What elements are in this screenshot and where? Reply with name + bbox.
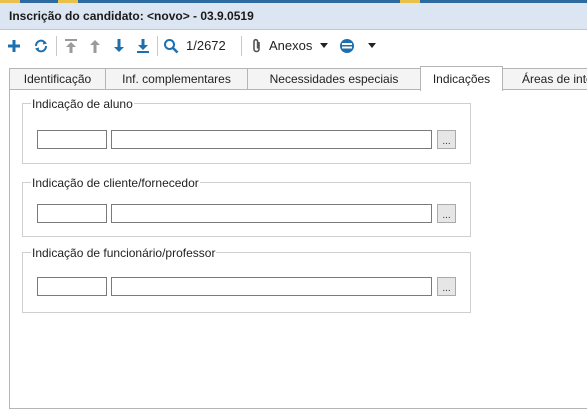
group-legend: Indicação de funcionário/professor [31,246,217,260]
last-record-icon [137,38,149,53]
last-record-button[interactable] [133,30,153,61]
refresh-icon [35,39,47,52]
cliente-name-field[interactable] [111,204,432,223]
toolbar-separator [56,36,57,56]
refresh-button[interactable] [31,30,51,61]
search-icon [164,38,179,53]
first-record-icon [65,38,77,53]
previous-record-icon [90,39,100,53]
group-legend: Indicação de cliente/fornecedor [31,176,200,190]
aluno-lookup-button[interactable]: ... [437,130,456,149]
search-button[interactable] [161,30,181,61]
funcionario-code-field[interactable] [37,277,107,296]
layers-icon [340,38,354,53]
funcionario-name-field[interactable] [111,277,432,296]
toolbar-separator [157,36,158,56]
tab-areas-de-interesse[interactable]: Áreas de inte [502,68,587,89]
aluno-name-field[interactable] [111,130,432,149]
window-title-bar: Inscrição do candidato: <novo> - 03.9.05… [0,3,587,30]
funcionario-lookup-button[interactable]: ... [437,277,456,296]
layers-button[interactable] [337,30,357,61]
tab-identificacao[interactable]: Identificação [9,68,106,89]
attachments-button[interactable] [249,30,265,61]
toolbar-separator [241,36,242,56]
group-legend: Indicação de aluno [31,97,134,111]
tab-inf-complementares[interactable]: Inf. complementares [105,68,248,89]
tab-bar: Identificação Inf. complementares Necess… [0,66,587,91]
next-record-icon [114,38,124,52]
paperclip-icon [253,38,260,52]
chevron-down-icon [368,43,376,48]
first-record-button[interactable] [61,30,81,61]
aluno-code-field[interactable] [37,130,107,149]
cliente-lookup-button[interactable]: ... [437,204,456,223]
window-title: Inscrição do candidato: <novo> - 03.9.05… [9,9,254,23]
add-button[interactable] [4,30,24,61]
cliente-code-field[interactable] [37,204,107,223]
next-record-button[interactable] [109,30,129,61]
toolbar: 1/2672 Anexos [0,30,587,61]
record-counter: 1/2672 [186,38,226,53]
plus-icon [8,39,20,52]
tab-necessidades-especiais[interactable]: Necessidades especiais [247,68,421,89]
attachments-dropdown[interactable] [318,30,330,61]
attachments-label[interactable]: Anexos [269,38,312,53]
chevron-down-icon [320,43,328,48]
tab-indicacoes[interactable]: Indicações [420,66,503,91]
layers-dropdown[interactable] [366,30,378,61]
previous-record-button[interactable] [85,30,105,61]
